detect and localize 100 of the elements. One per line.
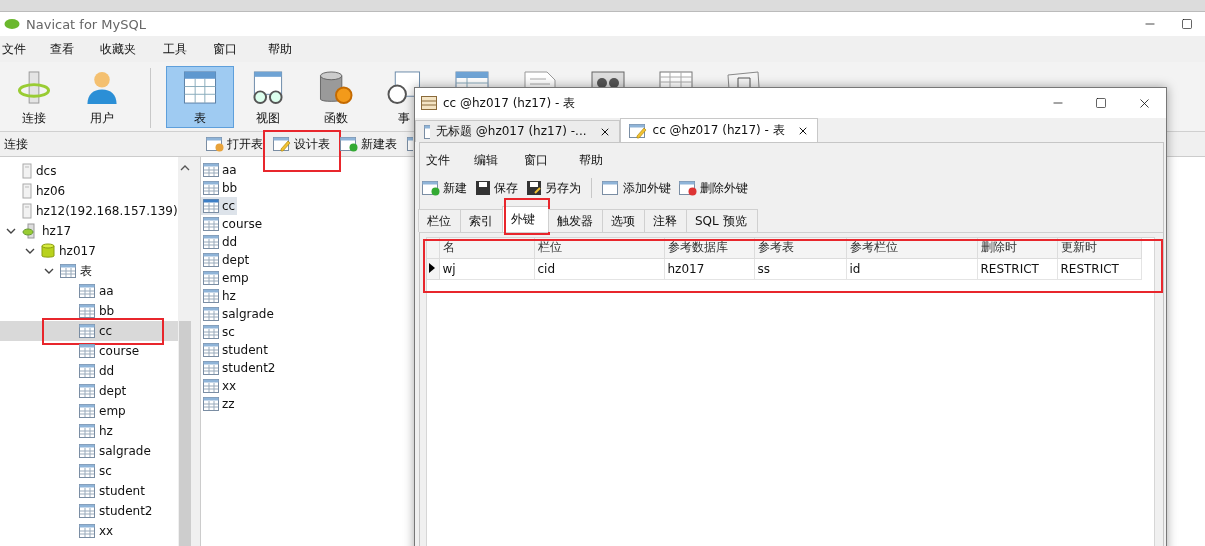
tree-item[interactable]: aa bbox=[0, 281, 178, 301]
toolbar-button[interactable]: 新建 bbox=[422, 179, 467, 197]
tab[interactable]: 索引 bbox=[460, 209, 504, 232]
toolbar-button[interactable]: 保存 bbox=[475, 179, 518, 197]
table-icon bbox=[79, 484, 95, 498]
tree-item[interactable]: xx bbox=[0, 521, 178, 541]
table-icon bbox=[79, 524, 95, 538]
table-list-item[interactable]: course bbox=[201, 215, 265, 233]
object-toolbar-button[interactable]: 打开表 bbox=[200, 134, 267, 154]
scroll-up-icon[interactable] bbox=[180, 165, 190, 171]
menu-item[interactable]: 窗口 bbox=[522, 151, 577, 169]
toolbar-button[interactable]: 删除外键 bbox=[679, 179, 748, 197]
tree-item[interactable]: emp bbox=[0, 401, 178, 421]
toolbar-button[interactable]: 表 bbox=[166, 66, 234, 128]
tree-item[interactable]: hz017 bbox=[0, 241, 178, 261]
table-list-item[interactable]: emp bbox=[201, 269, 251, 287]
tree-item[interactable]: hz bbox=[0, 421, 178, 441]
tree-item[interactable]: student2 bbox=[0, 501, 178, 521]
table-list-item[interactable]: sc bbox=[201, 323, 237, 341]
table-icon bbox=[79, 464, 95, 478]
menu-item[interactable]: 工具 bbox=[161, 40, 211, 58]
tree-item[interactable]: hz17 bbox=[0, 221, 178, 241]
table-list-item[interactable]: dept bbox=[201, 251, 252, 269]
tree-item[interactable]: hz06 bbox=[0, 181, 178, 201]
menu-item[interactable]: 文件 bbox=[424, 151, 472, 169]
menu-item[interactable]: 编辑 bbox=[472, 151, 522, 169]
tape-icon bbox=[591, 71, 625, 87]
document-tab[interactable]: cc @hz017 (hz17) - 表 bbox=[619, 118, 818, 142]
maximize-icon[interactable] bbox=[1181, 18, 1193, 30]
object-toolbar-button[interactable]: 设计表 bbox=[267, 134, 334, 154]
table-list-item[interactable]: salgrade bbox=[201, 305, 276, 323]
table-icon bbox=[79, 284, 95, 298]
table-list-item[interactable]: student bbox=[201, 341, 270, 359]
floppy-icon bbox=[526, 180, 542, 196]
server-icon bbox=[22, 163, 32, 179]
tab[interactable]: 外键 bbox=[502, 206, 550, 232]
glasses-table-icon bbox=[251, 71, 285, 104]
table-icon bbox=[79, 364, 95, 378]
table-list-item[interactable]: aa bbox=[201, 161, 239, 179]
table-list-item[interactable]: cc bbox=[201, 197, 238, 215]
tab[interactable]: 注释 bbox=[644, 209, 688, 232]
toolbar-button[interactable]: 函数 bbox=[302, 66, 370, 128]
table-cell: id bbox=[846, 258, 977, 279]
menu-item[interactable]: 帮助 bbox=[266, 40, 316, 58]
tree-item[interactable]: salgrade bbox=[0, 441, 178, 461]
tree-item[interactable]: cc bbox=[0, 321, 178, 341]
table-list-item[interactable]: bb bbox=[201, 179, 240, 197]
server-icon bbox=[22, 183, 32, 199]
table-icon bbox=[421, 96, 437, 110]
database-icon bbox=[41, 243, 55, 259]
table-folder-icon bbox=[206, 136, 224, 152]
tree-item[interactable]: dcs bbox=[0, 161, 178, 181]
tree-item[interactable]: bb bbox=[0, 301, 178, 321]
user-icon bbox=[85, 71, 119, 104]
table-icon bbox=[203, 163, 219, 177]
toolbar-button[interactable]: 连接 bbox=[0, 66, 68, 128]
tree-item[interactable]: 表 bbox=[0, 261, 178, 281]
table-icon bbox=[79, 424, 95, 438]
tab[interactable]: SQL 预览 bbox=[686, 209, 758, 232]
table-icon bbox=[424, 123, 430, 140]
table-list-item[interactable]: xx bbox=[201, 377, 239, 395]
toolbar-button[interactable]: 另存为 bbox=[526, 179, 581, 197]
menu-item[interactable]: 收藏夹 bbox=[98, 40, 161, 58]
table-list-item[interactable]: dd bbox=[201, 233, 240, 251]
server-icon bbox=[22, 203, 32, 219]
tree-item[interactable]: hz12(192.168.157.139) bbox=[0, 201, 178, 221]
menu-item[interactable]: 文件 bbox=[0, 40, 48, 58]
table-list-item[interactable]: zz bbox=[201, 395, 237, 413]
object-toolbar-button[interactable]: 新建表 bbox=[334, 134, 401, 154]
table-list-item[interactable]: hz bbox=[201, 287, 238, 305]
menu-item[interactable]: 查看 bbox=[48, 40, 98, 58]
tab[interactable]: 栏位 bbox=[418, 209, 462, 232]
maximize-icon[interactable] bbox=[1095, 97, 1107, 109]
menu-item[interactable]: 窗口 bbox=[211, 40, 266, 58]
tree-item[interactable]: dd bbox=[0, 361, 178, 381]
toolbar-button[interactable]: 视图 bbox=[234, 66, 302, 128]
chevron-icon[interactable] bbox=[44, 267, 54, 275]
table-icon bbox=[79, 344, 95, 358]
table-icon bbox=[203, 379, 219, 393]
database-gear-icon bbox=[319, 71, 353, 104]
leaf-icon bbox=[4, 18, 20, 30]
tab[interactable]: 触发器 bbox=[548, 209, 604, 232]
menu-item[interactable]: 帮助 bbox=[577, 151, 627, 169]
chevron-icon[interactable] bbox=[6, 227, 16, 235]
table-icon bbox=[203, 307, 219, 321]
window-title: Navicat for MySQL bbox=[26, 16, 146, 32]
table-icon bbox=[203, 253, 219, 267]
toolbar-button[interactable]: 添加外键 bbox=[602, 179, 671, 197]
tab[interactable]: 选项 bbox=[602, 209, 646, 232]
tree-item[interactable]: student bbox=[0, 481, 178, 501]
tree-item[interactable]: sc bbox=[0, 461, 178, 481]
chevron-icon[interactable] bbox=[25, 247, 35, 255]
tree-item[interactable]: course bbox=[0, 341, 178, 361]
table-pencil-icon bbox=[273, 136, 291, 152]
table-list-item[interactable]: student2 bbox=[201, 359, 278, 377]
document-tab[interactable]: 无标题 @hz017 (hz17) -... bbox=[415, 120, 620, 142]
table-plus-icon bbox=[422, 180, 440, 196]
tree-item[interactable]: dept bbox=[0, 381, 178, 401]
table-cell: hz017 bbox=[664, 258, 754, 279]
toolbar-button[interactable]: 用户 bbox=[68, 66, 136, 128]
